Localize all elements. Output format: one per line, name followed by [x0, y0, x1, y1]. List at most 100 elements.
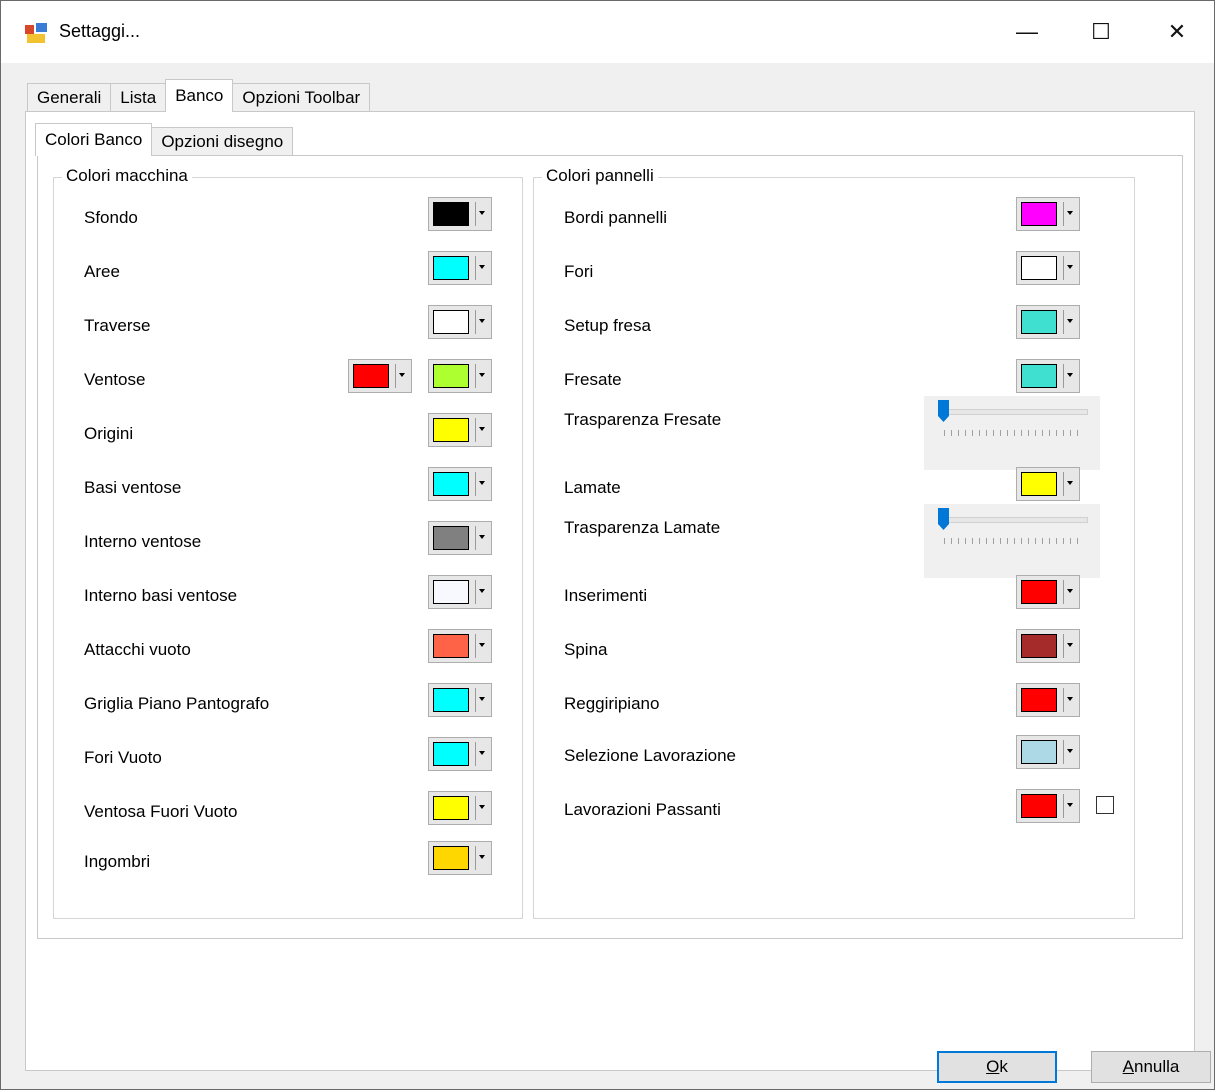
color-picker-fori[interactable] — [1016, 251, 1080, 285]
label-basi-ventose: Basi ventose — [84, 478, 182, 497]
slider-ticks — [944, 538, 1084, 544]
ok-label: k — [999, 1057, 1008, 1076]
dropdown-arrow-icon — [1067, 481, 1073, 485]
dropdown-arrow-icon — [479, 265, 485, 269]
group-title: Colori pannelli — [542, 166, 658, 186]
color-picker-inserimenti[interactable] — [1016, 575, 1080, 609]
label-selezione-lavorazione: Selezione Lavorazione — [564, 746, 737, 765]
color-swatch — [433, 256, 469, 280]
dropdown-separator — [1063, 580, 1064, 604]
dropdown-separator — [1063, 740, 1064, 764]
settings-dialog: Settaggi... — ☐ ✕ Generali Lista Banco Opzi… — [0, 0, 1215, 1090]
color-swatch — [433, 846, 469, 870]
dropdown-separator — [1063, 634, 1064, 658]
main-tabs: Generali Lista Banco Opzioni Toolbar — [27, 79, 371, 112]
label-ventose: Ventose — [84, 370, 146, 389]
color-swatch — [433, 580, 469, 604]
color-picker-ventosa-fuori-vuoto[interactable] — [428, 791, 492, 825]
group-colori-pannelli: Colori pannelli Bordi pannelli Fori Setup … — [533, 166, 1135, 919]
color-picker-traverse[interactable] — [428, 305, 492, 339]
dropdown-separator — [475, 418, 476, 442]
color-picker-interno-ventose[interactable] — [428, 521, 492, 555]
color-picker-sfondo[interactable] — [428, 197, 492, 231]
dropdown-arrow-icon — [479, 855, 485, 859]
label-aree: Aree — [84, 262, 120, 281]
color-picker-origini[interactable] — [428, 413, 492, 447]
dropdown-arrow-icon — [1067, 265, 1073, 269]
label-origini: Origini — [84, 424, 134, 443]
dropdown-separator — [475, 526, 476, 550]
color-swatch — [1021, 580, 1057, 604]
color-swatch — [1021, 472, 1057, 496]
color-picker-fori-vuoto[interactable] — [428, 737, 492, 771]
color-picker-setup-fresa[interactable] — [1016, 305, 1080, 339]
color-picker-selezione-lavorazione[interactable] — [1016, 735, 1080, 769]
slider-thumb[interactable] — [938, 400, 949, 422]
color-swatch — [1021, 688, 1057, 712]
color-picker-ingombri[interactable] — [428, 841, 492, 875]
slider-trasparenza-lamate[interactable] — [924, 504, 1100, 578]
slider-trasparenza-fresate[interactable] — [924, 396, 1100, 470]
color-picker-attacchi-vuoto[interactable] — [428, 629, 492, 663]
color-swatch — [433, 688, 469, 712]
dropdown-arrow-icon — [1067, 749, 1073, 753]
slider-thumb[interactable] — [938, 508, 949, 530]
cancel-button[interactable]: Annulla — [1091, 1051, 1211, 1083]
dropdown-separator — [475, 472, 476, 496]
dropdown-arrow-icon — [1067, 211, 1073, 215]
dropdown-separator — [1063, 472, 1064, 496]
tab-opzioni-toolbar[interactable]: Opzioni Toolbar — [232, 83, 371, 111]
slider-track — [940, 409, 1088, 415]
subtab-colori-banco[interactable]: Colori Banco — [35, 123, 153, 156]
color-swatch — [1021, 634, 1057, 658]
dropdown-separator — [1063, 364, 1064, 388]
color-swatch — [1021, 310, 1057, 334]
subtab-opzioni-disegno[interactable]: Opzioni disegno — [151, 127, 294, 155]
dropdown-arrow-icon — [1067, 697, 1073, 701]
dropdown-arrow-icon — [399, 373, 405, 377]
tab-generali[interactable]: Generali — [27, 83, 112, 111]
dropdown-arrow-icon — [479, 805, 485, 809]
color-picker-lamate[interactable] — [1016, 467, 1080, 501]
label-fresate: Fresate — [564, 370, 622, 389]
tab-banco[interactable]: Banco — [165, 79, 234, 112]
minimize-button[interactable]: — — [991, 1, 1063, 63]
color-swatch — [1021, 740, 1057, 764]
slider-ticks — [944, 430, 1084, 436]
group-colori-macchina: Colori macchina Sfondo Aree Traverse Ventos… — [53, 166, 523, 919]
ok-mnemonic: O — [986, 1057, 1000, 1076]
color-swatch — [433, 742, 469, 766]
color-picker-fresate[interactable] — [1016, 359, 1080, 393]
close-button[interactable]: ✕ — [1141, 1, 1213, 63]
ok-button[interactable]: Ok — [937, 1051, 1057, 1083]
dropdown-arrow-icon — [479, 373, 485, 377]
color-picker-basi-ventose[interactable] — [428, 467, 492, 501]
dropdown-separator — [475, 310, 476, 334]
color-picker-ventose-secondary[interactable] — [348, 359, 412, 393]
color-picker-aree[interactable] — [428, 251, 492, 285]
color-picker-reggiripiano[interactable] — [1016, 683, 1080, 717]
tab-lista[interactable]: Lista — [110, 83, 167, 111]
color-picker-ventose[interactable] — [428, 359, 492, 393]
dropdown-separator — [475, 364, 476, 388]
dropdown-separator — [475, 846, 476, 870]
label-lamate: Lamate — [564, 478, 621, 497]
color-picker-interno-basi-ventose[interactable] — [428, 575, 492, 609]
maximize-button[interactable]: ☐ — [1065, 1, 1137, 63]
color-picker-bordi-pannelli[interactable] — [1016, 197, 1080, 231]
checkbox-lavorazioni-passanti[interactable] — [1096, 796, 1114, 814]
color-picker-lavorazioni-passanti[interactable] — [1016, 789, 1080, 823]
color-swatch — [1021, 202, 1057, 226]
label-attacchi-vuoto: Attacchi vuoto — [84, 640, 191, 659]
dropdown-arrow-icon — [1067, 319, 1073, 323]
dropdown-arrow-icon — [479, 535, 485, 539]
dropdown-arrow-icon — [479, 319, 485, 323]
color-picker-griglia-piano-pantografo[interactable] — [428, 683, 492, 717]
color-picker-spina[interactable] — [1016, 629, 1080, 663]
label-trasparenza-lamate: Trasparenza Lamate — [564, 518, 721, 537]
label-trasparenza-fresate: Trasparenza Fresate — [564, 410, 722, 429]
label-lavorazioni-passanti: Lavorazioni Passanti — [564, 800, 721, 819]
label-bordi-pannelli: Bordi pannelli — [564, 208, 668, 227]
dropdown-arrow-icon — [479, 481, 485, 485]
group-title: Colori macchina — [62, 166, 192, 186]
